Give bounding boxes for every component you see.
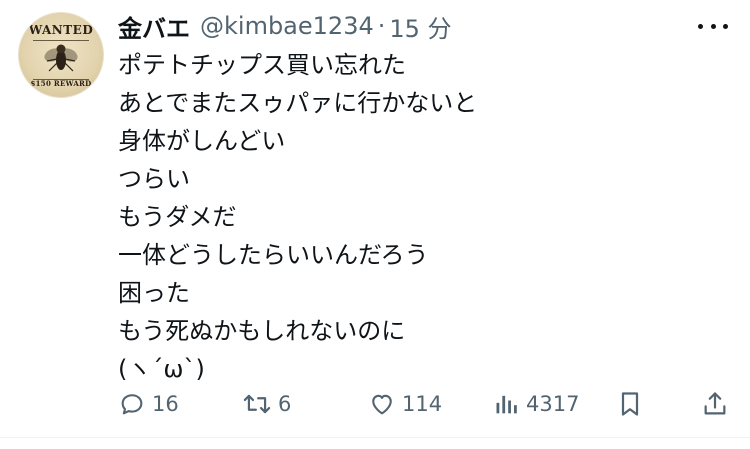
tweet-line: 一体どうしたらいいんだろう	[118, 241, 429, 269]
display-name[interactable]: 金バエ	[118, 9, 190, 44]
reply-count: 16	[152, 392, 179, 416]
tweet-line: ポテトチップス買い忘れた	[118, 51, 406, 79]
tweet-line: (ヽ´ω`)	[118, 355, 205, 383]
more-dot	[723, 23, 728, 29]
tweet[interactable]: WANTED $150 REWARD 金バエ @kimbae1234 · 15 …	[0, 0, 750, 449]
fly-icon	[44, 44, 78, 72]
avatar-poster-reward: $150 REWARD	[30, 79, 92, 88]
like-count: 114	[402, 392, 443, 416]
views-button[interactable]: 4317	[494, 384, 579, 424]
heart-icon	[372, 394, 392, 415]
avatar[interactable]: WANTED $150 REWARD	[18, 12, 104, 98]
separator-dot: ·	[377, 12, 386, 40]
share-button[interactable]	[702, 384, 728, 424]
retweet-button[interactable]: 6	[242, 384, 291, 424]
more-dot	[698, 23, 703, 29]
tweet-line: もう死ぬかもしれないのに	[118, 317, 406, 345]
like-button[interactable]: 114	[368, 384, 442, 424]
timestamp[interactable]: 15 分	[389, 9, 451, 44]
tweet-line: あとでまたスゥパァに行かないと	[118, 89, 478, 117]
retweet-icon	[243, 394, 271, 414]
bookmark-button[interactable]	[617, 384, 643, 424]
bookmark-icon	[621, 392, 639, 416]
avatar-poster-title: WANTED	[28, 23, 94, 37]
tweet-text: ポテトチップス買い忘れた あとでまたスゥパァに行かないと 身体がしんどい つらい…	[118, 46, 718, 388]
reply-icon	[121, 394, 143, 415]
tweet-line: もうダメだ	[118, 203, 237, 231]
more-options-icon[interactable]	[698, 14, 728, 38]
tweet-line: 身体がしんどい	[118, 127, 286, 155]
user-handle[interactable]: @kimbae1234	[200, 12, 374, 40]
tweet-line: 困った	[118, 279, 190, 307]
retweet-count: 6	[278, 392, 292, 416]
views-count: 4317	[526, 392, 580, 416]
tweet-header: 金バエ @kimbae1234 · 15 分	[118, 8, 452, 44]
more-dot	[710, 23, 716, 29]
divider	[0, 437, 750, 438]
analytics-bars-icon	[496, 395, 517, 414]
reply-button[interactable]: 16	[118, 384, 179, 424]
share-icon	[704, 392, 726, 415]
action-bar: 16 6 114 4317	[118, 384, 734, 424]
tweet-line: つらい	[118, 165, 190, 193]
